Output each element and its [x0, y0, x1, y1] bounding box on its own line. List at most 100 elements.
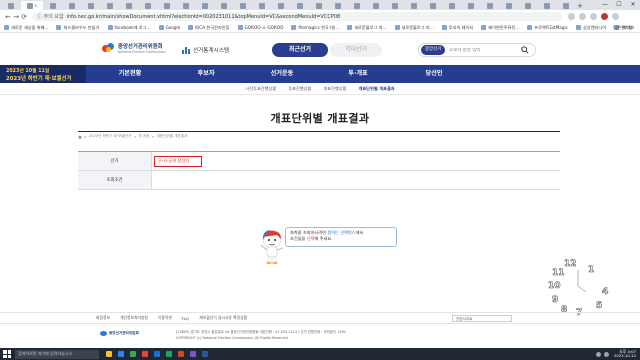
browser-tab[interactable]: [424, 1, 442, 10]
taskbar-app-icon[interactable]: [127, 350, 138, 359]
nav-winners[interactable]: 당선인: [396, 65, 472, 83]
browser-tab[interactable]: [386, 1, 404, 10]
footer-link-faq[interactable]: FAQ: [182, 316, 189, 321]
tab-past-elections[interactable]: 역대선거: [330, 43, 382, 57]
browser-tab[interactable]: [348, 1, 366, 10]
browser-tab[interactable]: [196, 1, 214, 10]
search-scope-tag[interactable]: 중앙선거: [421, 45, 446, 55]
bookmark-item[interactable]: 새로운블로그 마...: [347, 25, 387, 31]
browser-tab[interactable]: [82, 1, 100, 10]
bookmark-item[interactable]: Google: [158, 25, 180, 30]
bookmark-item[interactable]: 왜이한민주화전...: [481, 25, 519, 31]
nav-voting-counting[interactable]: 투·개표: [320, 65, 396, 83]
browser-tab[interactable]: [139, 1, 157, 10]
browser-tab[interactable]: [234, 1, 252, 10]
browser-tab[interactable]: [158, 1, 176, 10]
footer-link-member[interactable]: 회원정보: [96, 315, 110, 321]
bookmark-star-icon[interactable]: [579, 13, 586, 20]
system-name[interactable]: 선거통계시스템: [182, 46, 229, 54]
browser-tab[interactable]: [2, 1, 20, 10]
related-sites-select[interactable]: 관련사이트: [452, 315, 512, 322]
nav-candidates[interactable]: 후보자: [168, 65, 244, 83]
breadcrumb-voting[interactable]: 투·개표: [138, 134, 149, 139]
bookmark-item[interactable]: filemagics 한국 I원...: [291, 25, 339, 31]
menu-icon[interactable]: [612, 13, 619, 20]
bookmark-item[interactable]: 워드클라우드 만들기: [56, 25, 100, 31]
browser-tab[interactable]: [405, 1, 423, 10]
other-bookmarks-folder[interactable]: 다른 북마크: [613, 25, 634, 31]
taskbar-app-icon[interactable]: [175, 350, 186, 359]
footer-link-terms[interactable]: 이용약관: [158, 315, 172, 321]
taskbar-app-icon[interactable]: [103, 350, 114, 359]
browser-tab[interactable]: [538, 1, 556, 10]
close-window-button[interactable]: ✕: [626, 0, 640, 10]
maximize-button[interactable]: ☐: [612, 0, 626, 10]
nec-logo[interactable]: 중앙선거관리위원회 National Election Commission: [102, 42, 165, 54]
bookmark-item[interactable]: 상상엔지니어: [575, 25, 606, 31]
subnav-counting-progress[interactable]: 개표진행상황: [323, 86, 346, 92]
footer-link-byelection[interactable]: 재보궐선거 실시사유 확정상황: [199, 315, 247, 321]
share-icon[interactable]: [568, 13, 575, 20]
home-icon[interactable]: [78, 134, 82, 139]
election-type-select[interactable]: 구·시·군의 장선거: [154, 155, 202, 167]
taskbar-search[interactable]: 검색하려면 여기에 입력하십시오.: [15, 349, 99, 359]
browser-tab[interactable]: [310, 1, 328, 10]
browser-tab[interactable]: [120, 1, 138, 10]
profile-avatar[interactable]: [601, 13, 608, 20]
bookmark-item[interactable]: facebook에 로그...: [107, 25, 151, 31]
browser-tab[interactable]: [44, 1, 62, 10]
browser-tab[interactable]: [215, 1, 233, 10]
browser-tab[interactable]: [272, 1, 290, 10]
bookmark-item[interactable]: KICA 한국전자인증: [188, 25, 230, 31]
back-arrow-icon[interactable]: ←: [4, 13, 12, 21]
bookmark-item[interactable]: 프로젝트GitMagic: [527, 25, 568, 31]
browser-tab[interactable]: [177, 1, 195, 10]
browser-tab[interactable]: [329, 1, 347, 10]
browser-tab[interactable]: [500, 1, 518, 10]
taskbar-app-icon[interactable]: [139, 350, 150, 359]
taskbar-app-icon[interactable]: [199, 350, 210, 359]
browser-tab[interactable]: [253, 1, 271, 10]
bookmark-item[interactable]: 투자의 제이지: [441, 25, 473, 31]
taskbar-app-icon[interactable]: [187, 350, 198, 359]
new-tab-button[interactable]: +: [576, 2, 584, 10]
network-icon[interactable]: [595, 351, 601, 357]
browser-tab[interactable]: [367, 1, 385, 10]
browser-tab[interactable]: [443, 1, 461, 10]
taskbar-app-icon[interactable]: [163, 350, 174, 359]
subnav-voting-progress[interactable]: 투표진행상황: [288, 86, 311, 92]
minimize-button[interactable]: —: [598, 0, 612, 10]
taskbar-clock[interactable]: 오후 4:07 2023-10-12: [614, 349, 636, 359]
url-field[interactable]: ⓘ 주의 요함 info.nec.go.kr/main/showDocument…: [32, 12, 562, 21]
tab-recent-elections[interactable]: 최근선거: [272, 43, 328, 57]
browser-tab[interactable]: [101, 1, 119, 10]
security-warning-icon[interactable]: ⓘ 주의 요함: [37, 13, 64, 20]
search-icon[interactable]: [521, 46, 529, 54]
browser-tab[interactable]: [462, 1, 480, 10]
nav-campaign[interactable]: 선거운동: [244, 65, 320, 83]
bookmark-item[interactable]: GOROO-소 GOROO: [237, 25, 283, 31]
taskbar-app-icon[interactable]: [115, 350, 126, 359]
browser-tab[interactable]: [519, 1, 537, 10]
election-banner[interactable]: 2023년 10월 11일 2023년 하반기 재·보궐선거: [0, 65, 86, 83]
breadcrumb-election[interactable]: 2023년 하반기 재·보궐선거: [89, 134, 131, 139]
volume-icon[interactable]: [603, 351, 609, 357]
forward-arrow-icon[interactable]: →: [12, 13, 20, 21]
extensions-icon[interactable]: [590, 13, 597, 20]
bookmark-item[interactable]: 새로운 세상을 위해...: [4, 25, 48, 31]
browser-tab[interactable]: [481, 1, 499, 10]
browser-tab[interactable]: [557, 1, 575, 10]
nav-basic-status[interactable]: 기본현황: [92, 65, 168, 83]
bookmark-item[interactable]: 새로운블로그 마...: [394, 25, 434, 31]
windows-start-icon[interactable]: [3, 350, 11, 358]
taskbar-app-icon[interactable]: [151, 350, 162, 359]
candidate-search-input[interactable]: [449, 47, 510, 53]
browser-tab-active[interactable]: ✕: [21, 1, 43, 10]
subnav-early-voting[interactable]: 사전투표진행상황: [245, 86, 276, 92]
footer-link-privacy[interactable]: 개인정보처리방침: [120, 315, 148, 321]
browser-tab[interactable]: [63, 1, 81, 10]
subnav-counting-results[interactable]: 개표단위별 개표결과: [358, 86, 394, 92]
close-tab-icon[interactable]: ✕: [34, 3, 37, 8]
browser-tab[interactable]: [291, 1, 309, 10]
reload-icon[interactable]: ⟳: [20, 13, 28, 21]
